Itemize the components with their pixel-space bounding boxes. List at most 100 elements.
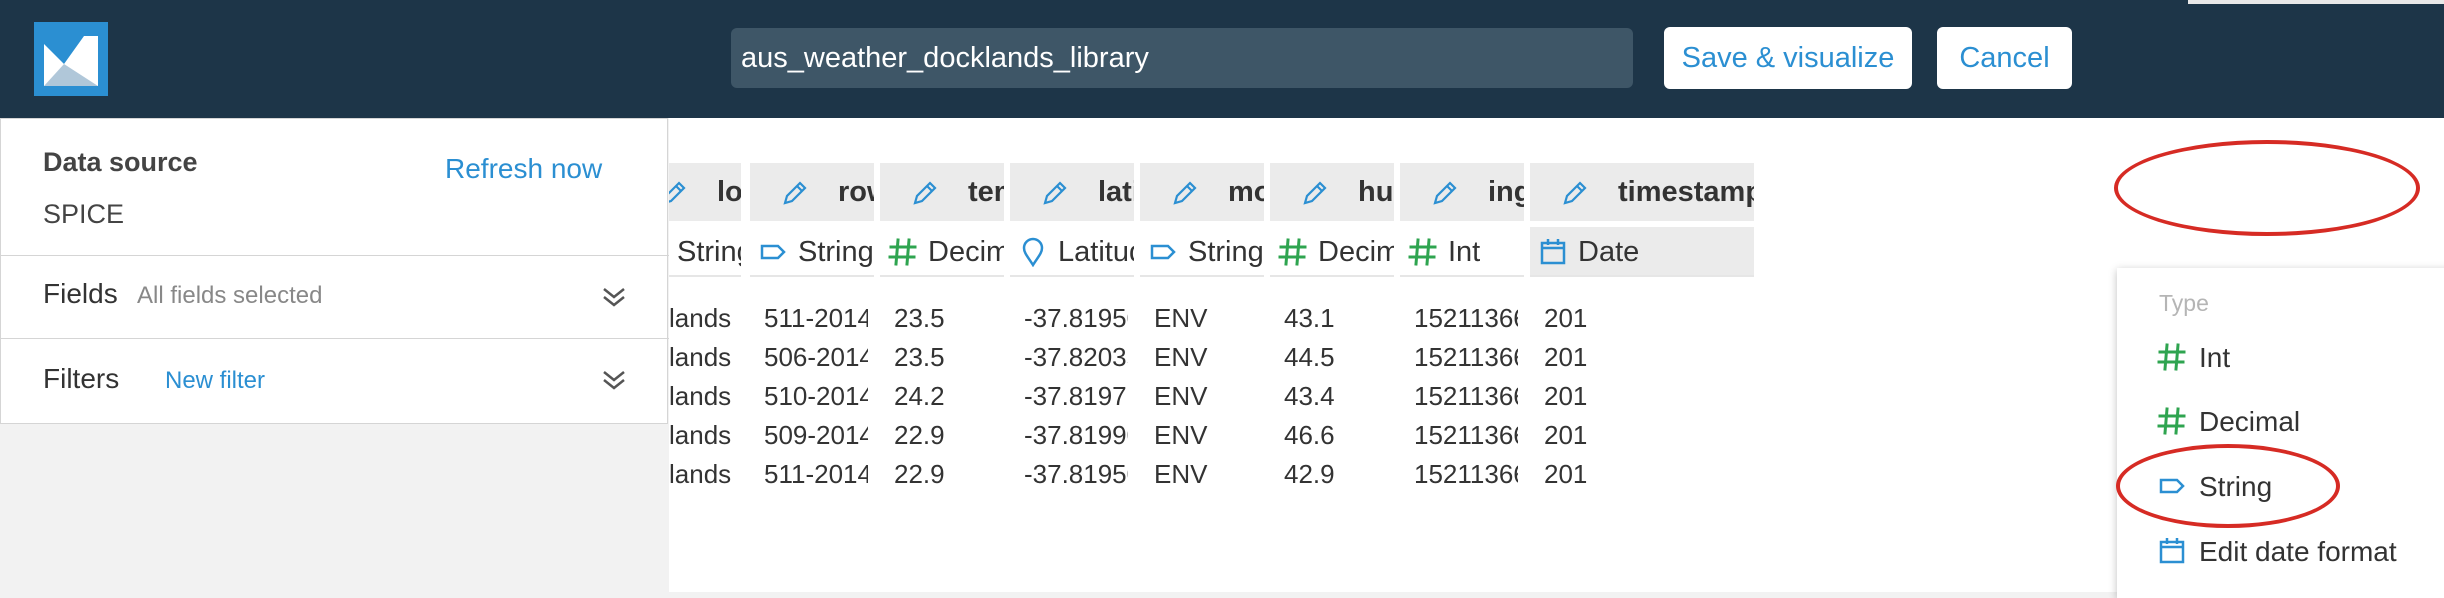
column-header-label: inge…: [1488, 176, 1524, 208]
column-header[interactable]: locat…: [669, 163, 741, 221]
hash-icon: [2157, 407, 2186, 435]
pencil-icon[interactable]: [1040, 178, 1070, 208]
table-cell: 201: [1544, 459, 1588, 489]
save-and-visualize-button[interactable]: Save & visualize: [1664, 27, 1912, 89]
filters-row[interactable]: Filters New filter: [1, 339, 669, 423]
table-cell: 46.6: [1284, 420, 1335, 450]
divider: [1010, 275, 1134, 277]
left-panel: Data source SPICE Refresh now Fields All…: [0, 118, 669, 424]
table-cell: 22.9: [894, 420, 945, 450]
double-chevron-down-icon[interactable]: [601, 284, 627, 310]
top-bar: aus_weather_docklands_library Save & vis…: [0, 0, 2444, 118]
column-header[interactable]: model: [1140, 163, 1264, 221]
tag-icon: [760, 244, 786, 260]
table-cell: 1521136614…: [1414, 459, 1518, 489]
column-header[interactable]: inge…: [1400, 163, 1524, 221]
table-cell: 1521136614…: [1414, 420, 1518, 450]
divider: [750, 275, 874, 277]
column-type-selector[interactable]: Date: [1530, 227, 1754, 277]
table-cell: ENV: [1154, 459, 1208, 489]
divider: [1530, 275, 1754, 277]
table-cell: ENV: [1154, 381, 1208, 411]
table-cell: 22.9: [894, 459, 945, 489]
column-type-selector[interactable]: String: [669, 227, 741, 277]
column-header[interactable]: tem…: [880, 163, 1004, 221]
table-cell: cklands L…: [669, 303, 735, 333]
table-cell: cklands L…: [669, 420, 735, 450]
table-cell: 43.4: [1284, 381, 1335, 411]
table-cell: 511-201412…: [764, 459, 868, 489]
hash-icon: [1278, 238, 1307, 266]
table-cell: 1521136614…: [1414, 381, 1518, 411]
table-cell: cklands L…: [669, 381, 735, 411]
table-cell: -37.8203537: [1024, 342, 1128, 372]
pencil-icon[interactable]: [780, 178, 810, 208]
type-menu-title: Type: [2159, 290, 2209, 316]
double-chevron-down-icon[interactable]: [601, 367, 627, 393]
column-header-label: tem…: [968, 176, 1004, 208]
tag-icon: [1150, 244, 1176, 260]
table-cell: 44.5: [1284, 342, 1335, 372]
fields-label: Fields: [43, 278, 118, 309]
type-menu: Type Int Decimal String Edit date format: [2117, 268, 2444, 598]
cancel-button[interactable]: Cancel: [1937, 27, 2072, 89]
hash-icon: [888, 238, 917, 266]
type-option-label: Decimal: [2199, 406, 2301, 437]
new-filter-link[interactable]: New filter: [165, 367, 265, 395]
column-header-label: locat…: [717, 176, 741, 208]
type-option-label: Int: [2199, 342, 2231, 373]
column-type-selector[interactable]: Decimal: [880, 227, 1004, 277]
pencil-icon[interactable]: [1300, 178, 1330, 208]
pencil-icon[interactable]: [1430, 178, 1460, 208]
pencil-icon[interactable]: [1170, 178, 1200, 208]
column-type-selector[interactable]: String: [750, 227, 874, 277]
column-header-label: humi…: [1358, 176, 1394, 208]
column-type-label: Decimal: [1318, 236, 1394, 268]
column-type-label: String: [1188, 236, 1264, 268]
column-type-label: Date: [1578, 236, 1640, 268]
table-cell: cklands L…: [669, 342, 735, 372]
hash-icon: [2157, 343, 2186, 371]
column-header[interactable]: timestamp_aus: [1530, 163, 1754, 221]
column-header-label: timestamp_aus: [1618, 176, 1754, 208]
table-cell: 510-201412…: [764, 381, 868, 411]
table-cell: ENV: [1154, 342, 1208, 372]
highlight-string-option: [2116, 444, 2340, 528]
pencil-icon[interactable]: [910, 178, 940, 208]
data-source-section: Data source SPICE Refresh now: [1, 119, 669, 255]
table-cell: 1521136614…: [1414, 342, 1518, 372]
table-cell: 201: [1544, 420, 1588, 450]
table-cell: -37.8199043: [1024, 420, 1128, 450]
quicksight-logo-icon: [34, 22, 108, 96]
divider: [1140, 275, 1264, 277]
divider: [669, 275, 741, 277]
table-cell: cklands L…: [669, 459, 735, 489]
table-cell: 201: [1544, 381, 1588, 411]
table-cell: 43.1: [1284, 303, 1335, 333]
table-cell: -37.8197121: [1024, 381, 1128, 411]
column-type-selector[interactable]: String: [1140, 227, 1264, 277]
column-type-selector[interactable]: Int: [1400, 227, 1524, 277]
fields-row[interactable]: Fields All fields selected: [1, 256, 669, 338]
table-cell: ENV: [1154, 303, 1208, 333]
table-cell: 23.5: [894, 303, 945, 333]
column-header[interactable]: rowid: [750, 163, 874, 221]
column-type-label: String: [677, 236, 741, 268]
table-cell: -37.8195002: [1024, 303, 1128, 333]
calendar-icon: [1540, 239, 1566, 265]
dataset-name-input[interactable]: aus_weather_docklands_library: [731, 28, 1633, 88]
pencil-icon[interactable]: [669, 178, 689, 208]
calendar-icon: [2159, 538, 2185, 564]
data-source-title: Data source: [43, 147, 198, 177]
column-type-label: String: [798, 236, 874, 268]
fields-sub-label: All fields selected: [137, 282, 323, 309]
refresh-now-link[interactable]: Refresh now: [445, 153, 602, 185]
column-type-selector[interactable]: Latitude: [1010, 227, 1134, 277]
column-type-selector[interactable]: Decimal: [1270, 227, 1394, 277]
highlight-timestamp-header: [2114, 140, 2420, 236]
column-header[interactable]: latitu…: [1010, 163, 1134, 221]
column-header[interactable]: humi…: [1270, 163, 1394, 221]
table-cell: 201: [1544, 303, 1588, 333]
table-cell: 42.9: [1284, 459, 1335, 489]
pencil-icon[interactable]: [1560, 178, 1590, 208]
